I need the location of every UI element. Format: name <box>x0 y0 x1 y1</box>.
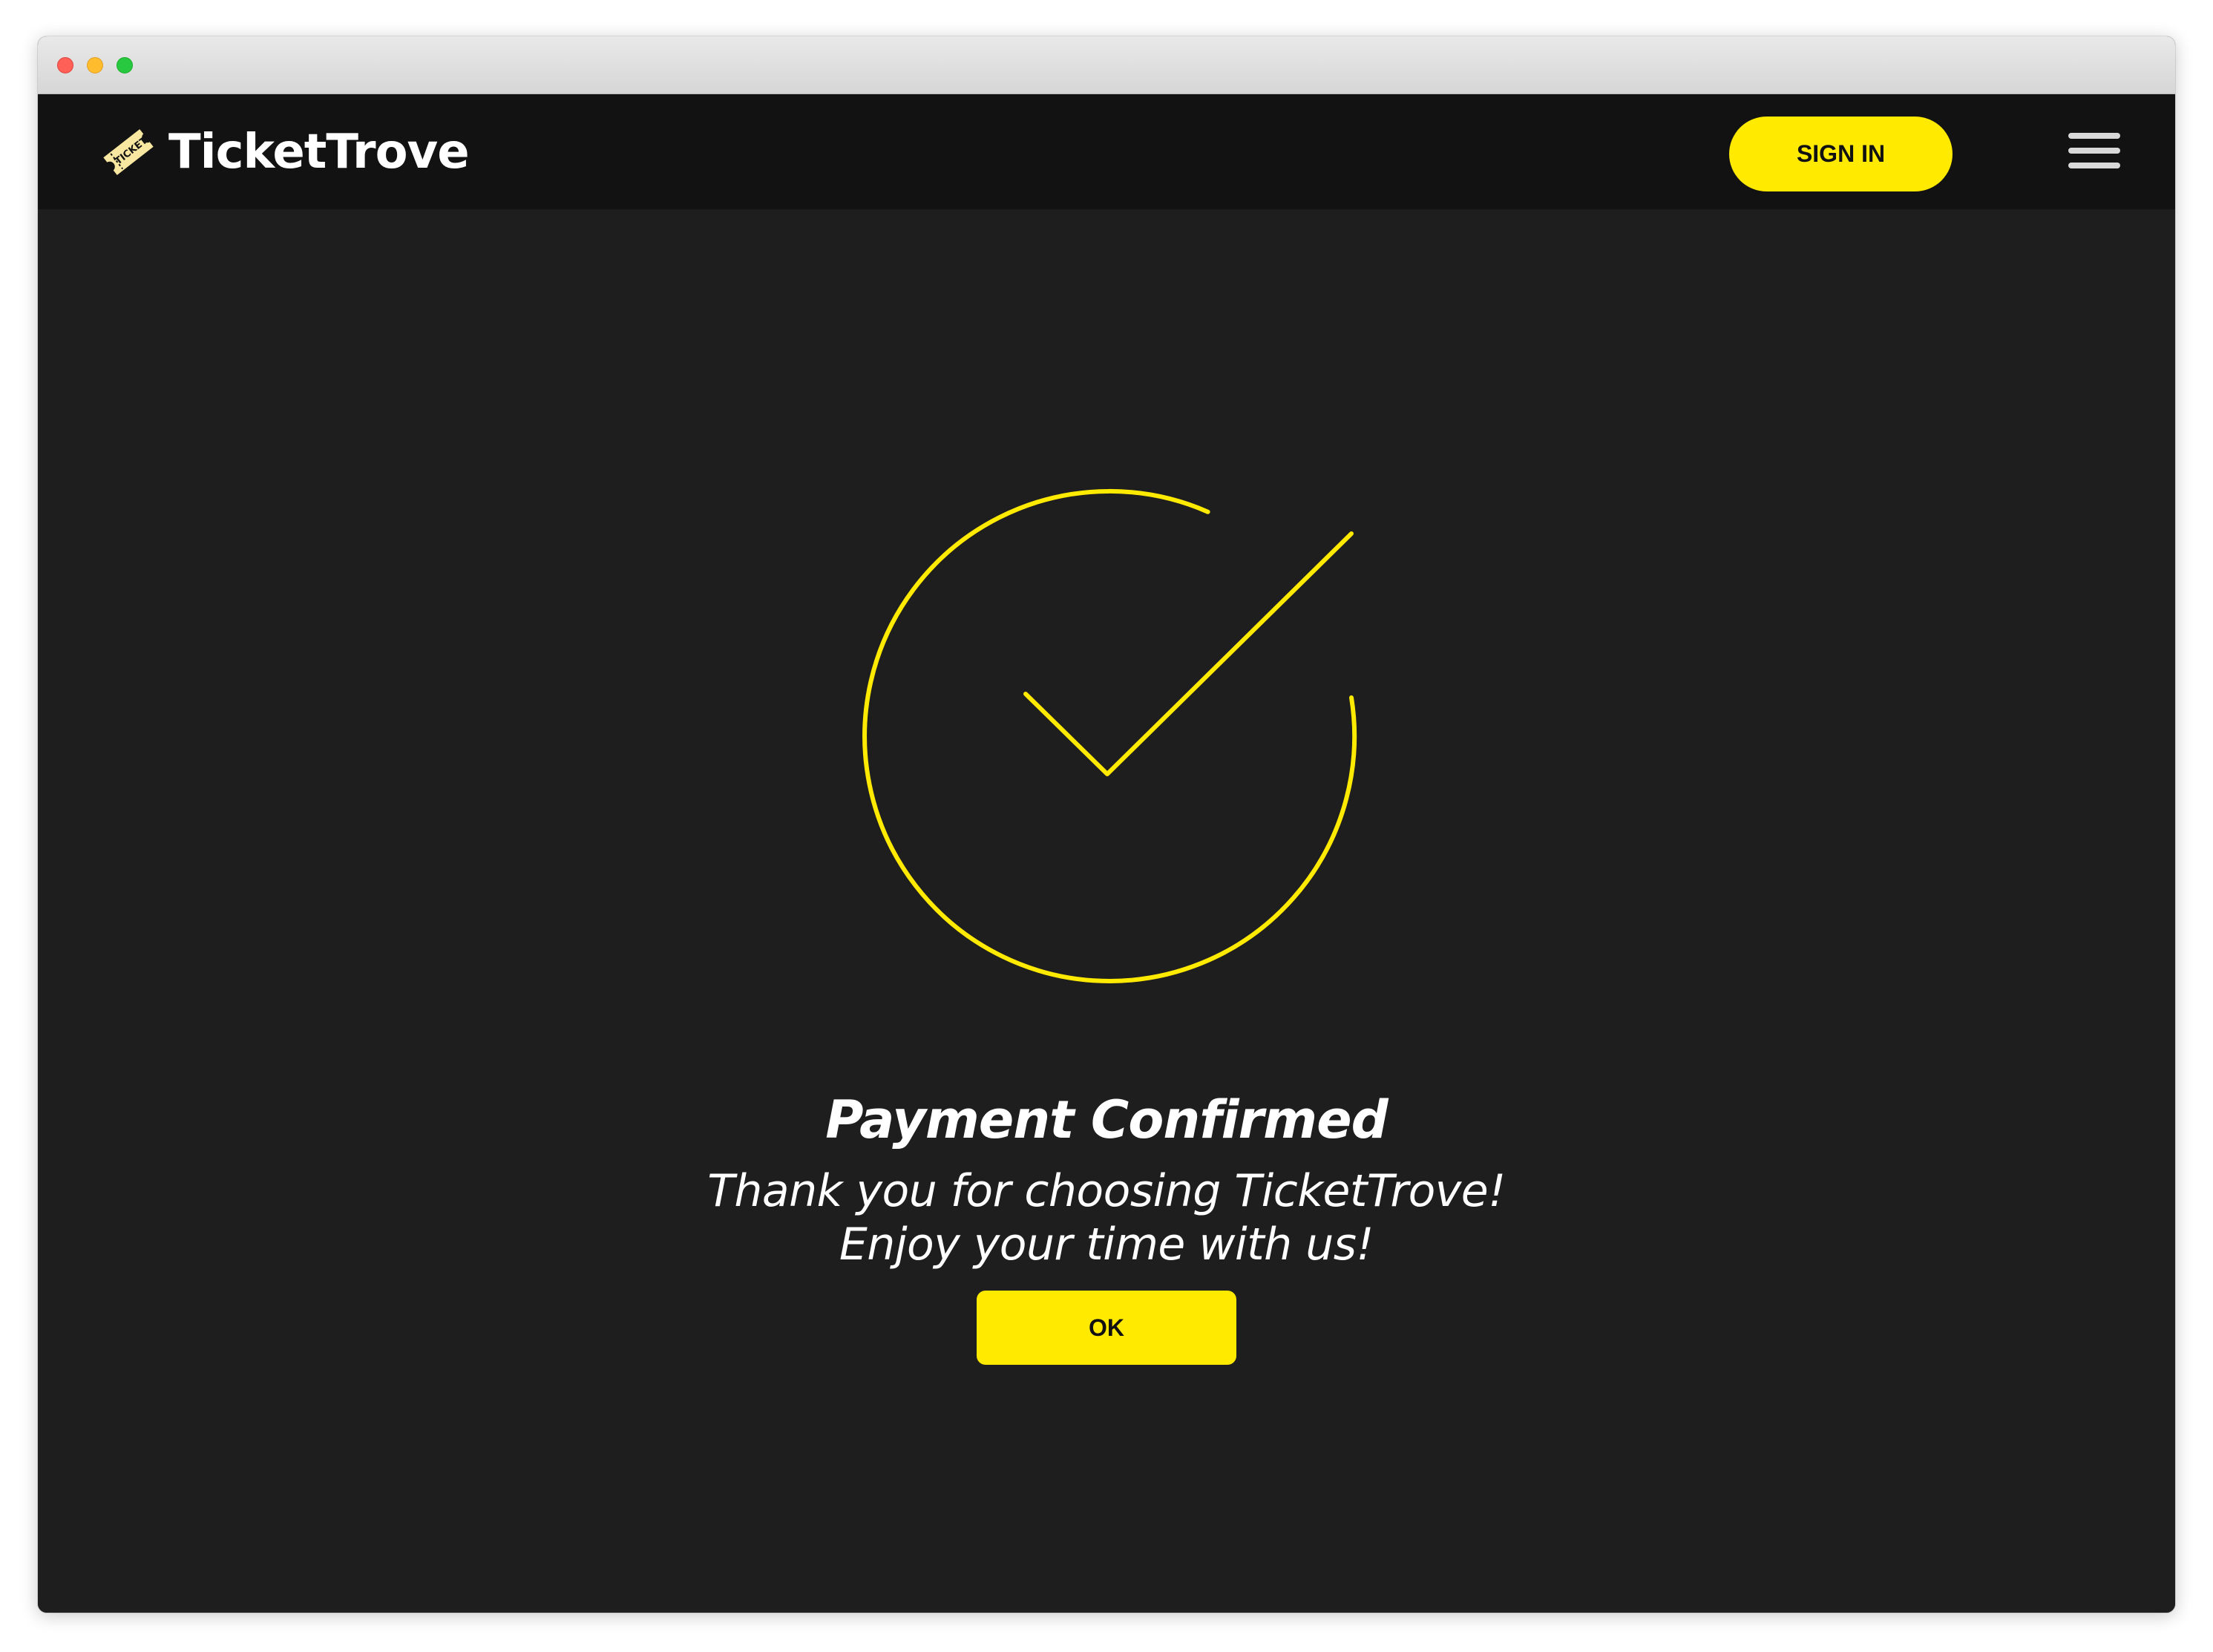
top-navbar: TICKET TicketTrove SIGN IN <box>38 94 2175 209</box>
menu-bar <box>2068 163 2120 168</box>
brand-name: TicketTrove <box>168 125 470 180</box>
checkmark-circle-icon <box>862 488 1357 983</box>
menu-bar <box>2068 148 2120 154</box>
brand-logo[interactable]: TICKET TicketTrove <box>94 122 470 182</box>
close-window-button[interactable] <box>57 57 73 73</box>
confirmation-panel: Payment Confirmed Thank you for choosing… <box>38 209 2175 1613</box>
ok-button[interactable]: OK <box>977 1291 1236 1365</box>
browser-window: TICKET TicketTrove SIGN IN Payment Confi… <box>38 36 2175 1613</box>
hamburger-menu-icon[interactable] <box>2068 133 2120 170</box>
confirmation-message-line1: Thank you for choosing TicketTrove! <box>707 1165 1506 1217</box>
confirmation-title: Payment Confirmed <box>825 1089 1388 1150</box>
minimize-window-button[interactable] <box>87 57 103 73</box>
sign-in-button[interactable]: SIGN IN <box>1729 117 1953 191</box>
confirmation-message-line2: Enjoy your time with us! <box>839 1219 1374 1271</box>
window-titlebar <box>38 36 2175 94</box>
zoom-window-button[interactable] <box>117 57 133 73</box>
ticket-logo-icon: TICKET <box>101 127 156 177</box>
menu-bar <box>2068 133 2120 139</box>
